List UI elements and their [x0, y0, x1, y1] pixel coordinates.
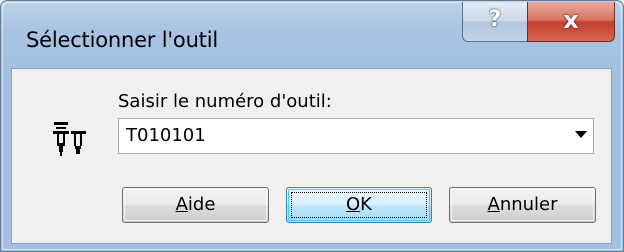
close-icon: x: [563, 6, 579, 34]
dropdown-arrow-icon[interactable]: [575, 131, 587, 138]
window-title: Sélectionner l'outil: [26, 28, 218, 52]
close-button[interactable]: x: [527, 2, 615, 42]
ok-button-label: OK: [346, 194, 372, 215]
help-button[interactable]: ?: [462, 2, 528, 42]
ok-button[interactable]: OK: [286, 187, 432, 223]
tool-number-value[interactable]: T010101: [126, 125, 206, 146]
aide-button-label: Aide: [176, 194, 216, 215]
help-icon: ?: [488, 7, 502, 32]
tool-number-combobox[interactable]: T010101: [118, 118, 594, 154]
annuler-label-rest: nnuler: [499, 194, 558, 215]
dialog-window: Sélectionner l'outil ? x Saisir le numér…: [0, 0, 624, 252]
aide-button[interactable]: Aide: [122, 187, 269, 223]
annuler-mnemonic: A: [487, 194, 500, 215]
tool-number-label: Saisir le numéro d'outil:: [118, 91, 332, 112]
annuler-button[interactable]: Annuler: [449, 187, 596, 223]
aide-mnemonic: A: [175, 194, 188, 215]
aide-label-rest: ide: [187, 194, 216, 215]
tool-holder-icon: [53, 122, 86, 156]
annuler-button-label: Annuler: [487, 194, 557, 215]
dialog-client-area: Saisir le numéro d'outil: T010101 Aide O…: [11, 68, 612, 244]
ok-label-rest: K: [360, 194, 372, 215]
ok-mnemonic: O: [346, 194, 361, 215]
